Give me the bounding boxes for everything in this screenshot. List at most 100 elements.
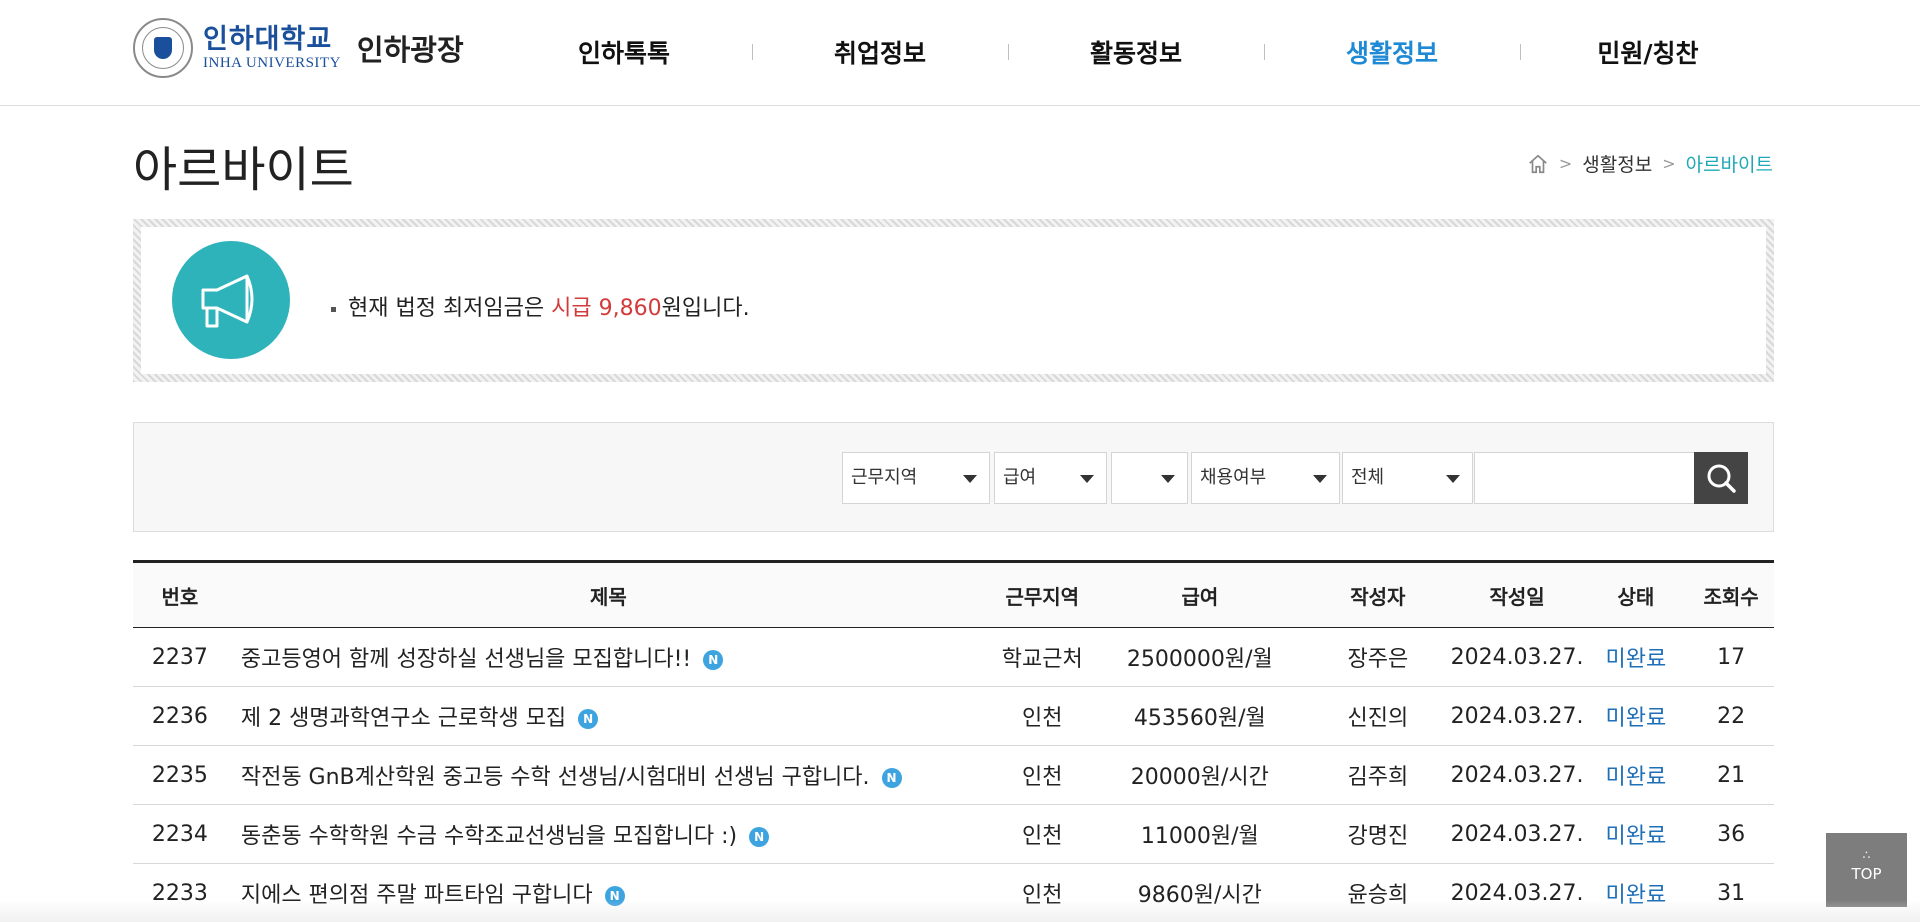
notice-text-after: 원입니다. bbox=[661, 296, 750, 321]
megaphone-icon bbox=[172, 241, 290, 359]
chevron-down-icon bbox=[1313, 475, 1327, 483]
row-title-cell[interactable]: 작전동 GnB계산학원 중고등 수학 선생님/시험대비 선생님 구합니다. N bbox=[227, 746, 990, 805]
row-region: 인천 bbox=[1022, 765, 1063, 790]
column-header-author[interactable]: 작성자 bbox=[1305, 562, 1450, 628]
row-date: 2024.03.27. bbox=[1450, 880, 1584, 906]
breadcrumb-separator: > bbox=[1662, 154, 1676, 173]
nav-divider bbox=[1264, 44, 1265, 60]
breadcrumb: > 생활정보 > 아르바이트 bbox=[1527, 150, 1773, 177]
nav-item-complaints[interactable]: 민원/칭찬 bbox=[1520, 34, 1776, 70]
table-row[interactable]: 2237 중고등영어 함께 성장하실 선생님을 모집합니다!! N 학교근처 25… bbox=[133, 628, 1774, 687]
row-title-cell[interactable]: 지에스 편의점 주말 파트타임 구합니다 N bbox=[227, 864, 990, 922]
breadcrumb-item-life-info[interactable]: 생활정보 bbox=[1582, 150, 1652, 177]
table-row[interactable]: 2233 지에스 편의점 주말 파트타임 구합니다 N 인천 9860원/시간 윤… bbox=[133, 864, 1774, 922]
column-header-region[interactable]: 근무지역 bbox=[990, 562, 1095, 628]
row-views: 21 bbox=[1717, 762, 1746, 788]
new-badge-icon: N bbox=[703, 650, 724, 670]
region-select[interactable]: 근무지역 bbox=[842, 452, 990, 504]
top-button-label: TOP bbox=[1851, 865, 1882, 883]
row-date: 2024.03.27. bbox=[1450, 703, 1584, 729]
row-author: 장주은 bbox=[1347, 647, 1409, 672]
chevron-down-icon bbox=[1161, 475, 1175, 483]
column-header-title[interactable]: 제목 bbox=[227, 562, 990, 628]
column-header-views[interactable]: 조회수 bbox=[1688, 562, 1774, 628]
column-header-pay[interactable]: 급여 bbox=[1095, 562, 1306, 628]
bullet-icon bbox=[331, 306, 336, 312]
chevron-down-icon bbox=[963, 475, 977, 483]
university-emblem-icon bbox=[133, 18, 193, 78]
site-header: 인하대학교 INHA UNIVERSITY 인하광장 인하톡톡 취업정보 활동정… bbox=[0, 0, 1920, 106]
column-header-number[interactable]: 번호 bbox=[133, 562, 227, 628]
row-title-cell[interactable]: 동춘동 수학학원 수금 수학조교선생님을 모집합니다 :) N bbox=[227, 805, 990, 864]
row-region: 인천 bbox=[1022, 883, 1063, 908]
new-badge-icon: N bbox=[749, 827, 770, 847]
row-status: 미완료 bbox=[1605, 883, 1667, 908]
scroll-to-top-button[interactable]: ∴ TOP bbox=[1826, 833, 1907, 907]
row-title[interactable]: 작전동 GnB계산학원 중고등 수학 선생님/시험대비 선생님 구합니다. bbox=[241, 765, 870, 790]
page-title: 아르바이트 bbox=[133, 142, 354, 198]
search-input[interactable] bbox=[1474, 452, 1695, 504]
site-name: 인하광장 bbox=[356, 33, 464, 67]
table-row[interactable]: 2235 작전동 GnB계산학원 중고등 수학 선생님/시험대비 선생님 구합니… bbox=[133, 746, 1774, 805]
column-header-status[interactable]: 상태 bbox=[1584, 562, 1689, 628]
chevron-down-icon bbox=[1446, 475, 1460, 483]
nav-item-life-info[interactable]: 생활정보 bbox=[1264, 34, 1520, 70]
row-views: 36 bbox=[1717, 821, 1746, 847]
new-badge-icon: N bbox=[881, 768, 902, 788]
row-pay: 2500000원/월 bbox=[1126, 647, 1273, 672]
search-field-select-value: 전체 bbox=[1351, 467, 1385, 488]
row-number: 2233 bbox=[151, 880, 208, 906]
column-header-date[interactable]: 작성일 bbox=[1451, 562, 1584, 628]
hiring-status-select[interactable]: 채용여부 bbox=[1191, 452, 1340, 504]
new-badge-icon: N bbox=[578, 709, 599, 729]
breadcrumb-separator: > bbox=[1558, 154, 1573, 173]
breadcrumb-item-current[interactable]: 아르바이트 bbox=[1686, 150, 1773, 177]
row-title[interactable]: 동춘동 수학학원 수금 수학조교선생님을 모집합니다 :) bbox=[241, 824, 737, 849]
table-row[interactable]: 2236 제 2 생명과학연구소 근로학생 모집 N 인천 453560원/월 신… bbox=[133, 687, 1774, 746]
search-filter-bar: 근무지역 급여 채용여부 전체 bbox=[133, 422, 1774, 532]
university-logo[interactable]: 인하대학교 INHA UNIVERSITY 인하광장 bbox=[133, 18, 464, 78]
nav-divider bbox=[752, 44, 753, 60]
arrow-up-icon: ∴ bbox=[1862, 848, 1871, 862]
row-title-cell[interactable]: 중고등영어 함께 성장하실 선생님을 모집합니다!! N bbox=[227, 628, 990, 687]
row-title[interactable]: 제 2 생명과학연구소 근로학생 모집 bbox=[241, 706, 566, 731]
row-title-cell[interactable]: 제 2 생명과학연구소 근로학생 모집 N bbox=[227, 687, 990, 746]
logo-english-text: INHA UNIVERSITY bbox=[203, 55, 341, 71]
main-nav: 인하톡톡 취업정보 활동정보 생활정보 민원/칭찬 bbox=[496, 0, 1776, 104]
row-views: 31 bbox=[1717, 880, 1746, 906]
table-header-row: 번호 제목 근무지역 급여 작성자 작성일 상태 조회수 bbox=[133, 561, 1774, 628]
row-author: 윤승희 bbox=[1347, 883, 1409, 908]
hiring-status-select-value: 채용여부 bbox=[1200, 467, 1267, 488]
row-number: 2237 bbox=[151, 644, 208, 670]
row-region: 학교근처 bbox=[1001, 647, 1083, 672]
row-date: 2024.03.27. bbox=[1450, 821, 1584, 847]
table-row[interactable]: 2234 동춘동 수학학원 수금 수학조교선생님을 모집합니다 :) N 인천 1… bbox=[133, 805, 1774, 864]
row-number: 2235 bbox=[151, 762, 208, 788]
row-title[interactable]: 지에스 편의점 주말 파트타임 구합니다 bbox=[241, 883, 593, 908]
row-status: 미완료 bbox=[1605, 647, 1667, 672]
row-author: 김주희 bbox=[1347, 765, 1409, 790]
nav-item-inha-talk[interactable]: 인하톡톡 bbox=[496, 34, 752, 70]
row-views: 17 bbox=[1717, 644, 1746, 670]
notice-text-before: 현재 법정 최저임금은 bbox=[348, 296, 552, 321]
row-status: 미완료 bbox=[1605, 824, 1667, 849]
row-title[interactable]: 중고등영어 함께 성장하실 선생님을 모집합니다!! bbox=[241, 647, 691, 672]
row-number: 2236 bbox=[151, 703, 208, 729]
region-select-value: 근무지역 bbox=[851, 467, 918, 488]
search-button[interactable] bbox=[1694, 452, 1748, 504]
minimum-wage-notice: 현재 법정 최저임금은 시급 9,860원입니다. bbox=[331, 290, 750, 322]
pay-type-select[interactable] bbox=[1111, 452, 1188, 504]
row-pay: 11000원/월 bbox=[1140, 824, 1259, 849]
row-region: 인천 bbox=[1022, 824, 1063, 849]
row-pay: 20000원/시간 bbox=[1130, 765, 1269, 790]
home-icon[interactable] bbox=[1527, 153, 1549, 175]
job-list-table: 번호 제목 근무지역 급여 작성자 작성일 상태 조회수 2237 중고등영어 … bbox=[133, 560, 1774, 922]
nav-item-activities[interactable]: 활동정보 bbox=[1008, 34, 1264, 70]
pay-select-value: 급여 bbox=[1003, 467, 1037, 488]
nav-item-jobs[interactable]: 취업정보 bbox=[752, 34, 1008, 70]
pay-select[interactable]: 급여 bbox=[994, 452, 1107, 504]
row-region: 인천 bbox=[1022, 706, 1063, 731]
search-field-select[interactable]: 전체 bbox=[1342, 452, 1473, 504]
row-pay: 9860원/시간 bbox=[1137, 883, 1262, 908]
nav-divider bbox=[1520, 44, 1521, 60]
